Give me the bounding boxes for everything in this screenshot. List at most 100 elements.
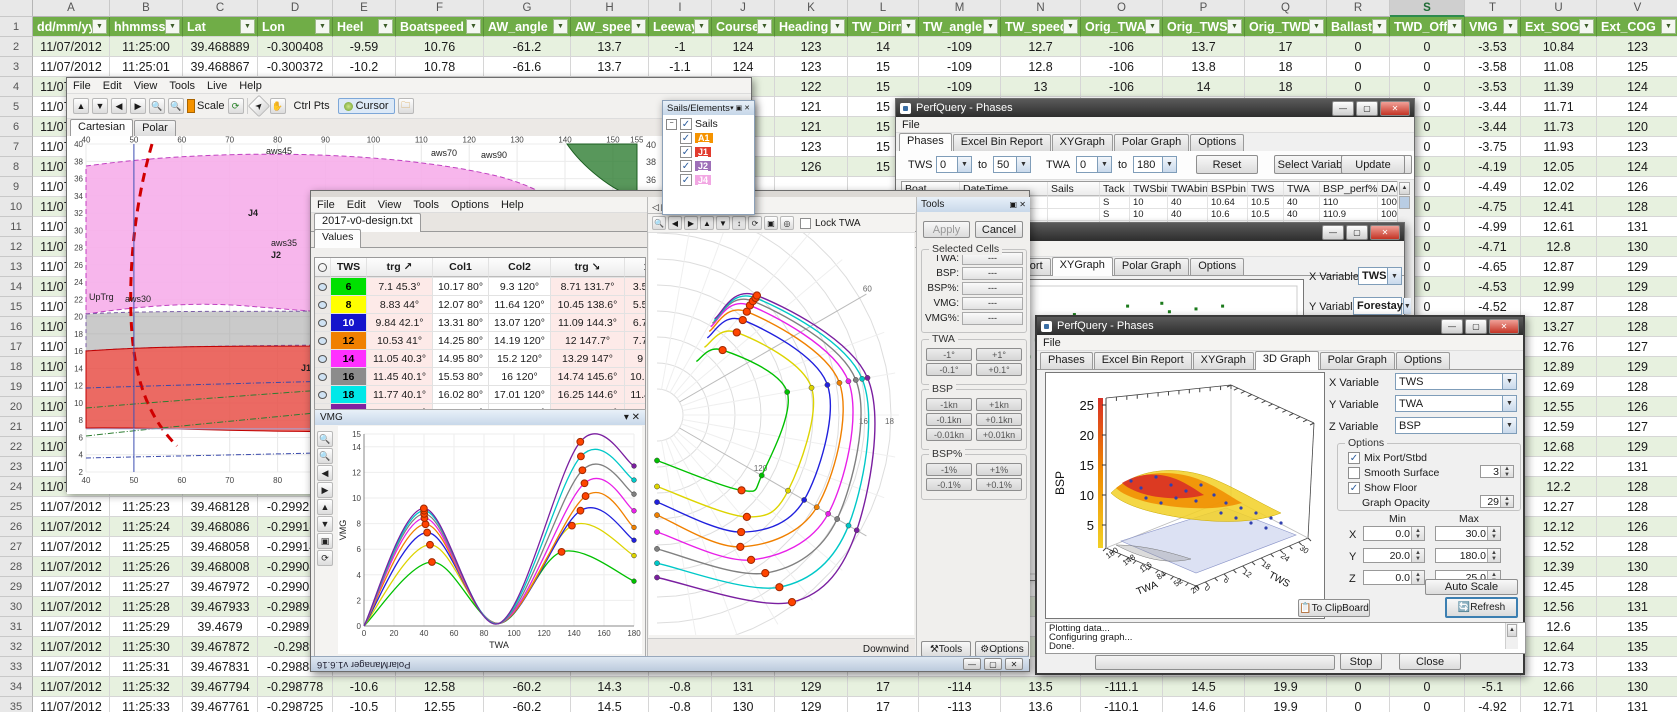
- menu-help[interactable]: Help: [239, 80, 262, 92]
- row-number[interactable]: 11: [0, 217, 33, 237]
- maximize-button[interactable]: ▢: [1465, 318, 1487, 334]
- sheet-cell[interactable]: 19.9: [1245, 677, 1327, 697]
- reset-button[interactable]: Reset: [1196, 155, 1258, 174]
- adjust-button[interactable]: +0.1%: [976, 478, 1022, 491]
- column-letter-F[interactable]: F: [396, 0, 484, 17]
- menu-view[interactable]: View: [378, 199, 402, 211]
- up-icon[interactable]: ▲: [317, 499, 333, 515]
- sheet-cell[interactable]: 12.8: [1521, 237, 1597, 257]
- column-letter-T[interactable]: T: [1465, 0, 1521, 17]
- sheet-cell[interactable]: 11/07/2012: [33, 577, 110, 597]
- apply-button[interactable]: Apply: [923, 221, 970, 238]
- sheet-cell[interactable]: -10.6: [333, 677, 396, 697]
- sheet-cell[interactable]: 129: [1597, 437, 1677, 457]
- adjust-button[interactable]: +1°: [976, 348, 1022, 361]
- tws-cell[interactable]: 6: [331, 278, 367, 295]
- sheet-cell[interactable]: 130: [1597, 677, 1677, 697]
- sheet-cell[interactable]: 12.59: [1521, 417, 1597, 437]
- sheet-cell[interactable]: 0: [1327, 37, 1390, 57]
- filter-dropdown-icon[interactable]: ▼: [901, 19, 916, 34]
- sheet-cell[interactable]: 10.78: [396, 57, 484, 77]
- column-letter-R[interactable]: R: [1327, 0, 1390, 17]
- adjust-button[interactable]: -1°: [926, 348, 972, 361]
- minimize-button[interactable]: —: [1332, 100, 1354, 116]
- values-cell[interactable]: 14.74 145.6°: [551, 368, 625, 385]
- filter-dropdown-icon[interactable]: ▼: [315, 19, 330, 34]
- row-number[interactable]: 12: [0, 237, 33, 257]
- sheet-cell[interactable]: 11:25:24: [110, 517, 183, 537]
- hand-tool-icon[interactable]: ✋: [269, 98, 286, 114]
- sheet-cell[interactable]: 12.7: [1001, 37, 1081, 57]
- pan-up-icon[interactable]: ▲: [73, 98, 89, 114]
- row-number[interactable]: 24: [0, 477, 33, 497]
- eye-icon[interactable]: [315, 350, 331, 367]
- polar-tool-icon-3[interactable]: ▲: [700, 216, 714, 230]
- row-number[interactable]: 19: [0, 377, 33, 397]
- filter-dropdown-icon[interactable]: ▼: [92, 19, 107, 34]
- update-button[interactable]: Update: [1341, 155, 1405, 174]
- sheet-cell[interactable]: 11/07/2012: [33, 677, 110, 697]
- polar-tool-icon-6[interactable]: ⟳: [748, 216, 762, 230]
- sheet-cell[interactable]: -4.53: [1465, 277, 1521, 297]
- y-variable-combo[interactable]: Forestay ▼: [1353, 297, 1411, 315]
- filter-dropdown-icon[interactable]: ▼: [1309, 19, 1324, 34]
- adjust-button[interactable]: +0.1°: [976, 363, 1022, 376]
- column-letter-M[interactable]: M: [919, 0, 1001, 17]
- sheet-cell[interactable]: 129: [1597, 357, 1677, 377]
- x-variable-combo[interactable]: TWS ▼: [1395, 373, 1517, 390]
- values-cell[interactable]: 10.17 80°: [433, 278, 489, 295]
- menu-file[interactable]: File: [1043, 337, 1061, 349]
- values-cell[interactable]: 13.31 80°: [433, 314, 489, 331]
- sheet-cell[interactable]: 12.55: [396, 697, 484, 712]
- values-cell[interactable]: 11.77 40.1°: [367, 386, 433, 403]
- sail-item-J1[interactable]: ✓ J1: [680, 146, 751, 158]
- values-cell[interactable]: 6.7 180°: [625, 314, 645, 331]
- sheet-cell[interactable]: 11.93: [1521, 137, 1597, 157]
- row-number[interactable]: 21: [0, 417, 33, 437]
- sheet-cell[interactable]: -1.1: [649, 57, 712, 77]
- row-number[interactable]: 33: [0, 657, 33, 677]
- minimize-button[interactable]: —: [1441, 318, 1463, 334]
- filter-dropdown-icon[interactable]: ▼: [466, 19, 481, 34]
- sheet-cell[interactable]: 12.89: [1521, 357, 1597, 377]
- y-variable-combo[interactable]: TWA ▼: [1395, 395, 1517, 412]
- values-cell[interactable]: 10.3 180°: [625, 368, 645, 385]
- x-variable-combo[interactable]: TWS ▼: [1358, 267, 1402, 285]
- adjust-button[interactable]: -0.1°: [926, 363, 972, 376]
- filter-dropdown-icon[interactable]: ▼: [1372, 19, 1387, 34]
- sheet-cell[interactable]: -106: [1081, 37, 1163, 57]
- sheet-cell[interactable]: 11:25:23: [110, 497, 183, 517]
- checkbox-show-floor[interactable]: ✓: [1348, 482, 1360, 494]
- filter-dropdown-icon[interactable]: ▼: [1503, 19, 1518, 34]
- sheet-cell[interactable]: 18: [1245, 77, 1327, 97]
- column-letter-I[interactable]: I: [649, 0, 712, 17]
- filter-dropdown-icon[interactable]: ▼: [983, 19, 998, 34]
- selected-cell-value[interactable]: ---: [962, 282, 1023, 295]
- sheet-cell[interactable]: 14.6: [1163, 697, 1245, 712]
- menu-edit[interactable]: Edit: [103, 80, 122, 92]
- sheet-cell[interactable]: 128: [1597, 497, 1677, 517]
- sheet-cell[interactable]: 12.8: [1001, 57, 1081, 77]
- sheet-cell[interactable]: 135: [1597, 617, 1677, 637]
- sheet-cell[interactable]: 11.73: [1521, 117, 1597, 137]
- sheet-cell[interactable]: -4.75: [1465, 197, 1521, 217]
- sheet-cell[interactable]: 15: [848, 77, 919, 97]
- sheet-cell[interactable]: -114: [919, 677, 1001, 697]
- sheet-cell[interactable]: 124: [712, 37, 775, 57]
- right-icon[interactable]: ▶: [317, 482, 333, 498]
- sheet-cell[interactable]: 131: [1597, 217, 1677, 237]
- row-number[interactable]: 5: [0, 97, 33, 117]
- sheet-cell[interactable]: 13.7: [571, 37, 649, 57]
- sheet-cell[interactable]: 126: [1597, 177, 1677, 197]
- adjust-button[interactable]: -0.1%: [926, 478, 972, 491]
- sheet-cell[interactable]: -109: [919, 77, 1001, 97]
- lock-twa-checkbox[interactable]: [800, 217, 811, 229]
- sheet-cell[interactable]: 12.56: [1521, 597, 1597, 617]
- twa-to-combo[interactable]: 180 ▼: [1133, 156, 1177, 173]
- eye-icon[interactable]: [315, 314, 331, 331]
- values-cell[interactable]: 8.71 131.7°: [551, 278, 625, 295]
- values-cell[interactable]: 9.84 42.1°: [367, 314, 433, 331]
- sheet-cell[interactable]: 39.467794: [183, 677, 258, 697]
- row-number[interactable]: 15: [0, 297, 33, 317]
- sheet-cell[interactable]: 123: [1597, 137, 1677, 157]
